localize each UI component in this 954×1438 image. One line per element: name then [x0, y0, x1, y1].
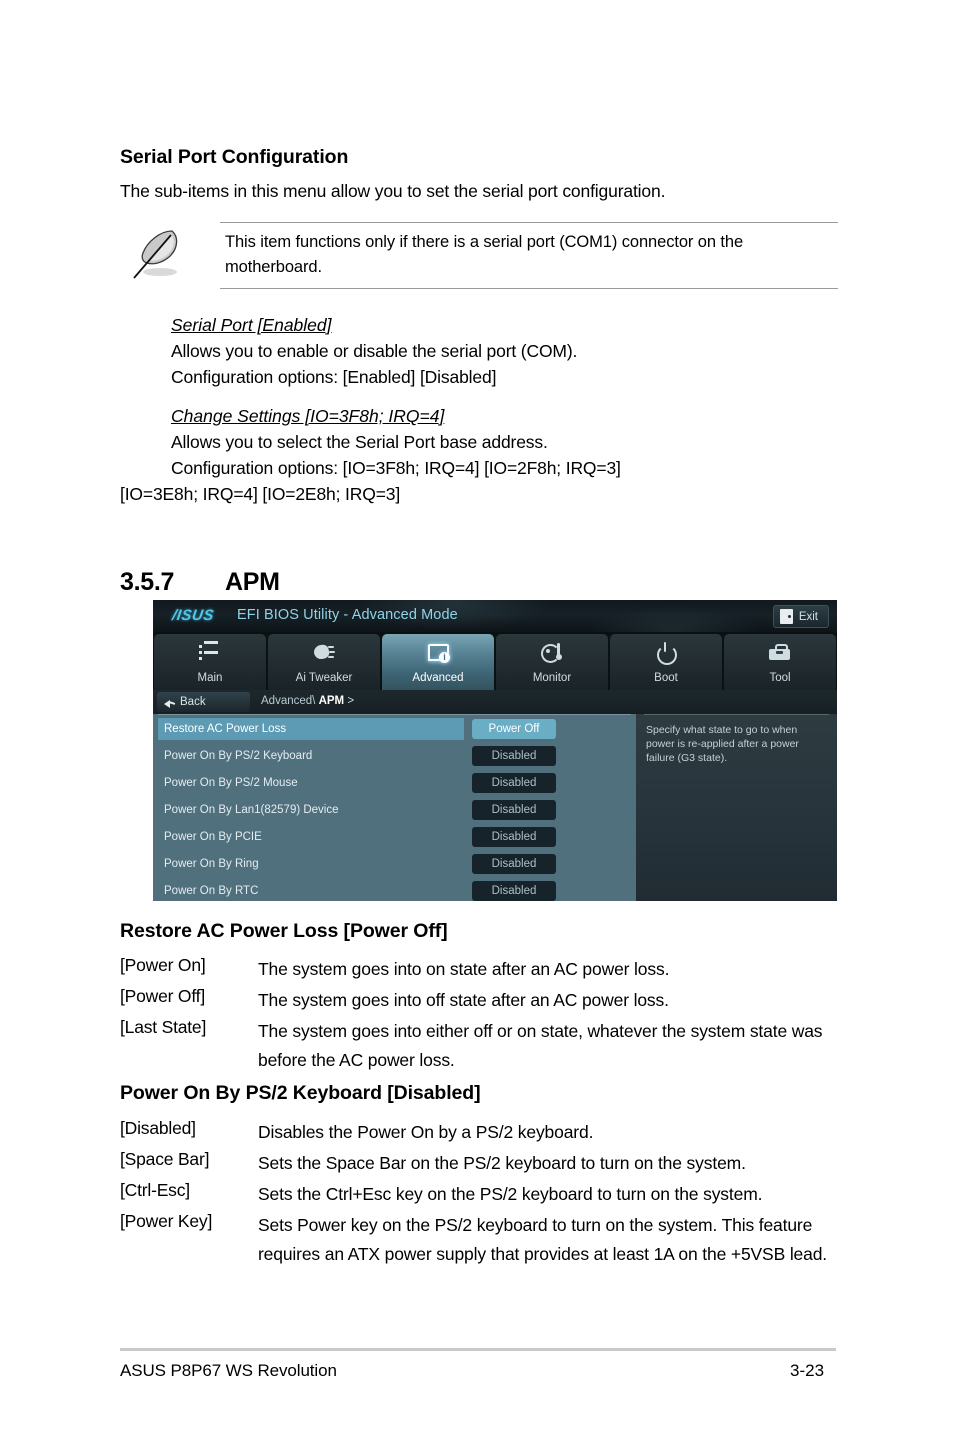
tab-main[interactable]: Main — [154, 634, 266, 690]
exit-door-icon — [779, 609, 793, 624]
option-row-power-on-by-rtc[interactable]: Power On By RTC Disabled — [158, 880, 631, 901]
bios-utility-title: EFI BIOS Utility - Advanced Mode — [237, 607, 458, 623]
breadcrumb-bar: Back Advanced\ APM > — [153, 690, 837, 714]
bios-screenshot: /ISUS EFI BIOS Utility - Advanced Mode E… — [153, 600, 837, 901]
tab-advanced-label: Advanced — [412, 672, 464, 684]
serial-port-item-title: Serial Port [Enabled] — [171, 315, 332, 335]
option-row-power-on-by-ps2-keyboard[interactable]: Power On By PS/2 Keyboard Disabled — [158, 745, 631, 767]
option-label: Restore AC Power Loss — [158, 718, 464, 740]
ps2-desc-disabled: Disables the Power On by a PS/2 keyboard… — [258, 1122, 594, 1142]
exit-button[interactable]: Exit — [772, 605, 829, 628]
option-row-power-on-by-lan1-device[interactable]: Power On By Lan1(82579) Device Disabled — [158, 799, 631, 821]
option-value[interactable]: Disabled — [472, 746, 556, 766]
quill-pen-icon — [133, 230, 178, 279]
toolbox-icon — [767, 641, 793, 665]
back-button-label: Back — [180, 696, 206, 708]
ps2-term-disabled: [Disabled] — [120, 1118, 196, 1138]
restore-desc-power-off: The system goes into off state after an … — [258, 990, 669, 1010]
option-value[interactable]: Disabled — [472, 854, 556, 874]
bios-help-pane: Specify what state to go to when power i… — [636, 714, 837, 901]
tab-monitor-label: Monitor — [532, 672, 572, 684]
change-settings-item-options: Configuration options: [IO=3F8h; IRQ=4] … — [171, 458, 621, 478]
breadcrumb: Advanced\ APM > — [261, 695, 354, 707]
serial-port-note-text: This item functions only if there is a s… — [225, 233, 744, 276]
tab-tool[interactable]: Tool — [724, 634, 836, 690]
option-label: Power On By RTC — [164, 885, 259, 897]
back-arrow-icon — [164, 697, 175, 708]
option-label: Power On By PS/2 Mouse — [164, 777, 298, 789]
breadcrumb-separator: > — [347, 695, 355, 707]
tab-boot[interactable]: Boot — [610, 634, 722, 690]
gauge-thermometer-icon — [539, 641, 565, 665]
serial-port-item-desc: Allows you to enable or disable the seri… — [171, 341, 578, 361]
footer-rule — [120, 1348, 836, 1351]
restore-term-last-state: [Last State] — [120, 1017, 207, 1037]
footer-page-number: 3-23 — [790, 1361, 825, 1380]
note-bottom-rule — [220, 288, 838, 289]
change-settings-item-options-cont: [IO=3E8h; IRQ=4] [IO=2E8h; IRQ=3] — [120, 484, 401, 504]
option-row-power-on-by-ps2-mouse[interactable]: Power On By PS/2 Mouse Disabled — [158, 772, 631, 794]
tab-tool-label: Tool — [769, 672, 791, 684]
breadcrumb-parent[interactable]: Advanced\ — [261, 695, 315, 707]
ps2-term-power-key: [Power Key] — [120, 1211, 213, 1231]
option-value[interactable]: Power Off — [472, 719, 556, 739]
option-label: Power On By PCIE — [164, 831, 262, 843]
footer-product-name: ASUS P8P67 WS Revolution — [120, 1361, 337, 1380]
serial-port-configuration-heading: Serial Port Configuration — [120, 146, 349, 168]
change-settings-item-desc: Allows you to select the Serial Port bas… — [171, 432, 548, 452]
list-icon — [197, 641, 223, 665]
ps2-term-space-bar: [Space Bar] — [120, 1149, 210, 1169]
option-value[interactable]: Disabled — [472, 827, 556, 847]
option-value[interactable]: Disabled — [472, 800, 556, 820]
restore-term-power-off: [Power Off] — [120, 986, 206, 1006]
option-label: Power On By Ring — [164, 858, 259, 870]
option-label: Power On By Lan1(82579) Device — [164, 804, 339, 816]
restore-term-power-on: [Power On] — [120, 955, 206, 975]
power-icon — [653, 641, 679, 665]
restore-desc-last-state: The system goes into either off or on st… — [258, 1021, 823, 1070]
serial-port-item-options: Configuration options: [Enabled] [Disabl… — [171, 367, 497, 387]
exit-button-label: Exit — [798, 610, 818, 623]
tab-advanced[interactable]: i Advanced — [382, 634, 494, 690]
tab-main-label: Main — [197, 672, 223, 684]
ps2-desc-space-bar: Sets the Space Bar on the PS/2 keyboard … — [258, 1153, 746, 1173]
option-value[interactable]: Disabled — [472, 773, 556, 793]
section-number: 3.5.7 — [120, 568, 175, 596]
bios-nav-tabs: Main Ai Tweaker i Advanced Monitor Boot … — [153, 632, 837, 690]
bios-options-pane: Restore AC Power Loss Power Off Power On… — [153, 714, 636, 901]
option-row-power-on-by-ring[interactable]: Power On By Ring Disabled — [158, 853, 631, 875]
restore-desc-power-on: The system goes into on state after an A… — [258, 959, 670, 979]
bios-title-bar: /ISUS EFI BIOS Utility - Advanced Mode E… — [153, 600, 837, 632]
asus-logo: /ISUS — [171, 607, 216, 624]
ps2-desc-power-key: Sets Power key on the PS/2 keyboard to t… — [258, 1215, 828, 1264]
power-on-ps2-keyboard-heading: Power On By PS/2 Keyboard [Disabled] — [120, 1082, 481, 1104]
section-title: APM — [225, 568, 280, 596]
restore-ac-power-loss-heading: Restore AC Power Loss [Power Off] — [120, 920, 448, 942]
ps2-term-ctrl-esc: [Ctrl-Esc] — [120, 1180, 190, 1200]
option-row-restore-ac-power-loss[interactable]: Restore AC Power Loss Power Off — [158, 718, 631, 740]
option-value[interactable]: Disabled — [472, 881, 556, 901]
note-top-rule — [220, 222, 838, 223]
option-label: Power On By PS/2 Keyboard — [164, 750, 313, 762]
knob-icon — [311, 641, 337, 665]
change-settings-item-title: Change Settings [IO=3F8h; IRQ=4] — [171, 406, 445, 426]
serial-port-intro-text: The sub-items in this menu allow you to … — [120, 181, 666, 201]
tab-monitor[interactable]: Monitor — [496, 634, 608, 690]
option-row-power-on-by-pcie[interactable]: Power On By PCIE Disabled — [158, 826, 631, 848]
back-button[interactable]: Back — [157, 692, 250, 712]
manual-page: Serial Port Configuration The sub-items … — [0, 0, 954, 1438]
bios-main-area: Restore AC Power Loss Power Off Power On… — [153, 714, 837, 901]
ps2-desc-ctrl-esc: Sets the Ctrl+Esc key on the PS/2 keyboa… — [258, 1184, 763, 1204]
monitor-info-icon: i — [425, 641, 451, 665]
tab-boot-label: Boot — [654, 672, 678, 684]
breadcrumb-current: APM — [318, 695, 345, 707]
tab-ai-tweaker-label: Ai Tweaker — [295, 672, 353, 684]
help-description-text: Specify what state to go to when power i… — [646, 724, 799, 764]
tab-ai-tweaker[interactable]: Ai Tweaker — [268, 634, 380, 690]
